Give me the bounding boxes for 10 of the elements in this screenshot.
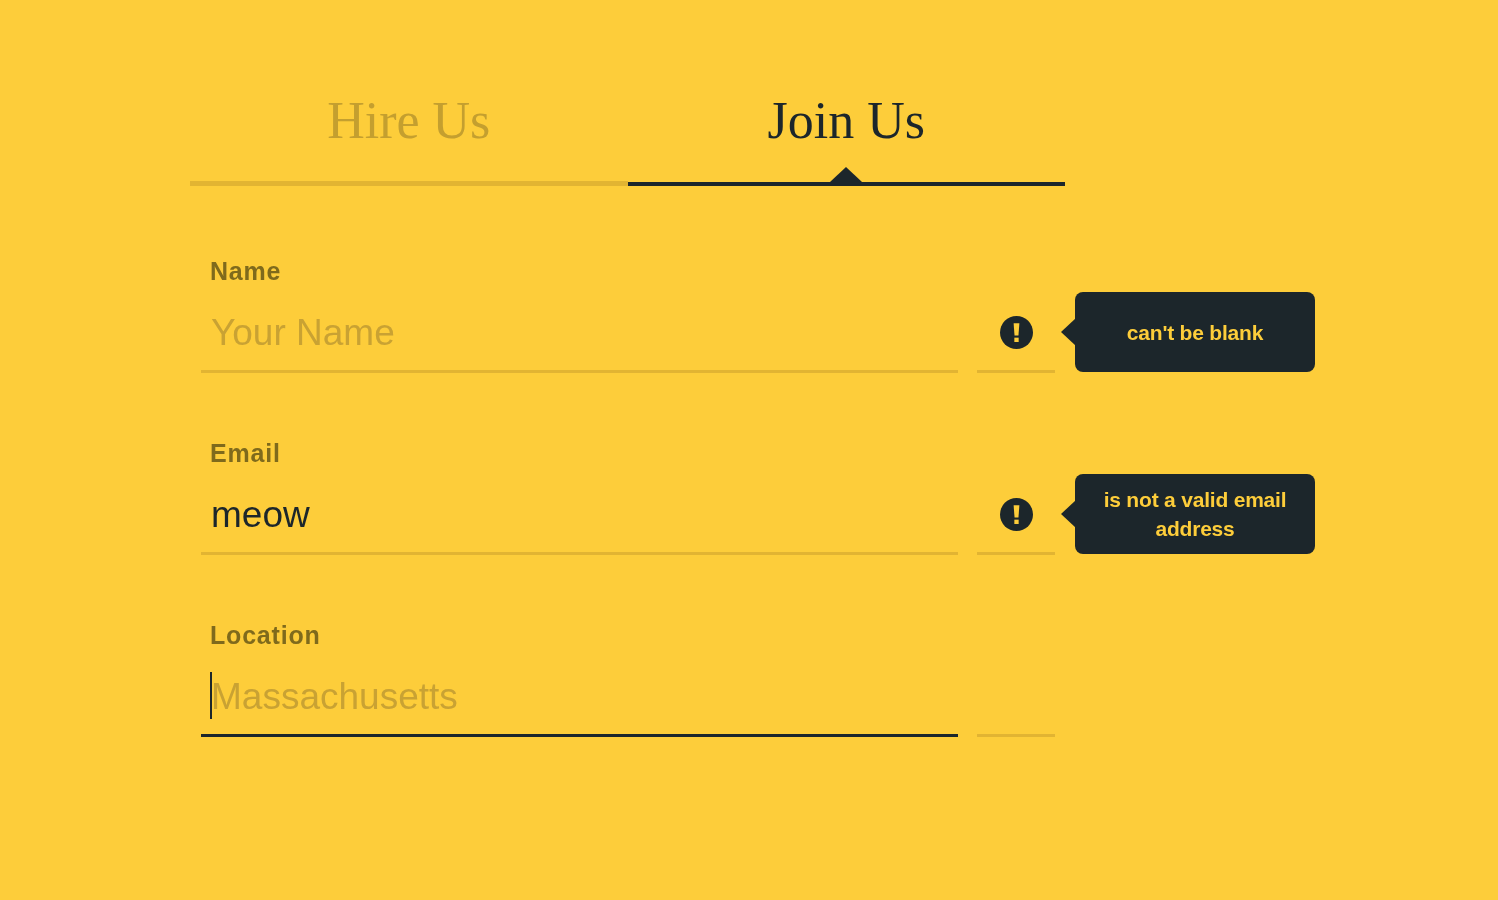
alert-icon bbox=[999, 316, 1033, 349]
text-cursor bbox=[210, 672, 212, 719]
error-tooltip: can't be blank bbox=[1061, 292, 1315, 372]
alert-icon bbox=[999, 498, 1033, 531]
field-label: Email bbox=[210, 438, 281, 468]
text-field[interactable]: meow bbox=[201, 474, 958, 555]
field-label: Name bbox=[210, 256, 282, 286]
error-tooltip: is not a valid email address bbox=[1061, 474, 1315, 554]
field-label: Location bbox=[210, 620, 321, 650]
tab[interactable]: Join Us bbox=[627, 70, 1065, 186]
